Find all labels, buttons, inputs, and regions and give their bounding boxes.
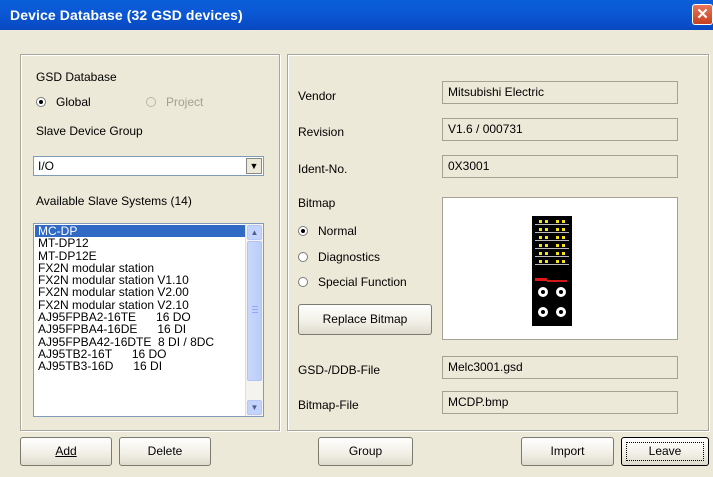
leave-button[interactable]: Leave (621, 437, 709, 466)
available-slave-systems-label: Available Slave Systems (14) (36, 194, 192, 208)
gsd-ddb-file-label: GSD-/DDB-File (298, 363, 381, 377)
device-bitmap-preview (442, 197, 678, 340)
group-button[interactable]: Group (318, 437, 413, 466)
list-item[interactable]: AJ95FPBA42-16DTE 8 DI / 8DC (35, 336, 247, 348)
group-button-label: Group (348, 444, 383, 458)
grip-line (252, 306, 258, 307)
radio-special-function-label[interactable]: Special Function (318, 275, 407, 289)
bitmap-label: Bitmap (298, 196, 336, 210)
slave-systems-items: MC-DP MT-DP12 MT-DP12E FX2N modular stat… (35, 225, 247, 373)
list-item[interactable]: AJ95TB3-16D 16 DI (35, 360, 247, 372)
revision-label: Revision (298, 125, 345, 139)
import-button-label: Import (550, 444, 585, 458)
list-item[interactable]: AJ95TB2-16T 16 DO (35, 348, 247, 360)
radio-project-label: Project (166, 95, 204, 109)
list-item[interactable]: MC-DP (35, 225, 247, 238)
gsd-database-label: GSD Database (36, 70, 117, 84)
ident-no-field: 0X3001 (442, 155, 678, 178)
slave-systems-list[interactable]: MC-DP MT-DP12 MT-DP12E FX2N modular stat… (33, 223, 264, 417)
bitmap-file-label: Bitmap-File (298, 398, 359, 412)
slave-device-group-select[interactable]: I/O ▼ (33, 156, 264, 176)
scroll-thumb[interactable] (247, 241, 262, 381)
radio-diagnostics[interactable] (298, 252, 308, 262)
gsd-ddb-file-field: Melc3001.gsd (442, 356, 678, 379)
delete-button[interactable]: Delete (119, 437, 211, 466)
list-item[interactable]: FX2N modular station (35, 262, 247, 274)
add-button-label: Add (55, 444, 77, 458)
replace-bitmap-button[interactable]: Replace Bitmap (298, 304, 432, 335)
list-item[interactable]: AJ95FPBA2-16TE 16 DO (35, 311, 247, 323)
grip-line (252, 312, 258, 313)
radio-special-function[interactable] (298, 277, 308, 287)
list-scrollbar[interactable]: ▲ ▼ (245, 224, 263, 416)
list-item[interactable]: AJ95FPBA4-16DE 16 DI (35, 323, 247, 335)
scroll-up-icon[interactable]: ▲ (247, 225, 262, 240)
bitmap-file-field: MCDP.bmp (442, 391, 678, 414)
list-item[interactable]: FX2N modular station V2.10 (35, 299, 247, 311)
slave-device-group-label: Slave Device Group (36, 124, 143, 138)
ident-no-label: Ident-No. (298, 162, 348, 176)
device-module-icon (532, 216, 572, 326)
slave-device-group-value: I/O (38, 159, 55, 173)
radio-global-label[interactable]: Global (56, 95, 91, 109)
replace-bitmap-label: Replace Bitmap (322, 312, 408, 326)
radio-project (146, 97, 156, 107)
grip-line (252, 309, 258, 310)
focus-rect (626, 442, 704, 461)
delete-button-label: Delete (147, 444, 183, 458)
add-button[interactable]: Add (20, 437, 112, 466)
list-item[interactable]: FX2N modular station V2.00 (35, 286, 247, 298)
radio-normal-label[interactable]: Normal (318, 224, 357, 238)
revision-field: V1.6 / 000731 (442, 118, 678, 141)
dropdown-arrow-icon[interactable]: ▼ (246, 158, 262, 174)
list-item[interactable]: FX2N modular station V1.10 (35, 274, 247, 286)
window-title: Device Database (32 GSD devices) (10, 7, 243, 23)
radio-global[interactable] (36, 97, 46, 107)
list-item[interactable]: MT-DP12 (35, 237, 247, 249)
import-button[interactable]: Import (521, 437, 614, 466)
radio-diagnostics-label[interactable]: Diagnostics (318, 250, 380, 264)
title-bar: Device Database (32 GSD devices) ✕ (0, 0, 713, 30)
vendor-label: Vendor (298, 89, 337, 103)
vendor-field: Mitsubishi Electric (442, 81, 678, 104)
close-button[interactable]: ✕ (692, 4, 713, 25)
radio-normal[interactable] (298, 226, 308, 236)
scroll-down-icon[interactable]: ▼ (247, 400, 262, 415)
list-item[interactable]: MT-DP12E (35, 250, 247, 262)
